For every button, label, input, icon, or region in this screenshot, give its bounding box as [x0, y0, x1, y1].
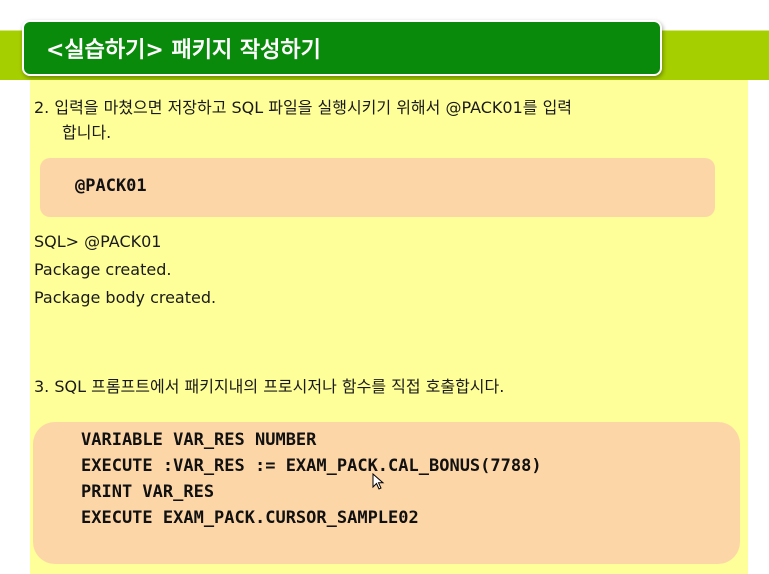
step2-line1: 2. 입력을 마쳤으면 저장하고 SQL 파일을 실행시키기 위해서 @PACK… — [34, 98, 573, 117]
mouse-pointer-icon — [372, 473, 385, 490]
code-line-3: PRINT VAR_RES — [81, 482, 215, 502]
code-line-4: EXECUTE EXAM_PACK.CURSOR_SAMPLE02 — [81, 508, 419, 528]
output-line-3: Package body created. — [34, 288, 217, 307]
output-line-1: SQL> @PACK01 — [34, 232, 162, 251]
code-line-1: VARIABLE VAR_RES NUMBER — [81, 430, 317, 450]
slide-title: <실습하기> 패키지 작성하기 — [46, 38, 321, 63]
code-box: VARIABLE VAR_RES NUMBER EXECUTE :VAR_RES… — [33, 422, 740, 564]
title-bar: <실습하기> 패키지 작성하기 — [22, 20, 662, 76]
code-line-2: EXECUTE :VAR_RES := EXAM_PACK.CAL_BONUS(… — [81, 456, 542, 476]
command-code: @PACK01 — [75, 176, 147, 196]
output-line-2: Package created. — [34, 260, 172, 279]
command-box: @PACK01 — [40, 158, 715, 217]
left-margin — [0, 80, 22, 574]
step2-line2: 합니다. — [62, 123, 112, 142]
step3-text: 3. SQL 프롬프트에서 패키지내의 프로시저나 함수를 직접 호출합시다. — [34, 377, 505, 396]
